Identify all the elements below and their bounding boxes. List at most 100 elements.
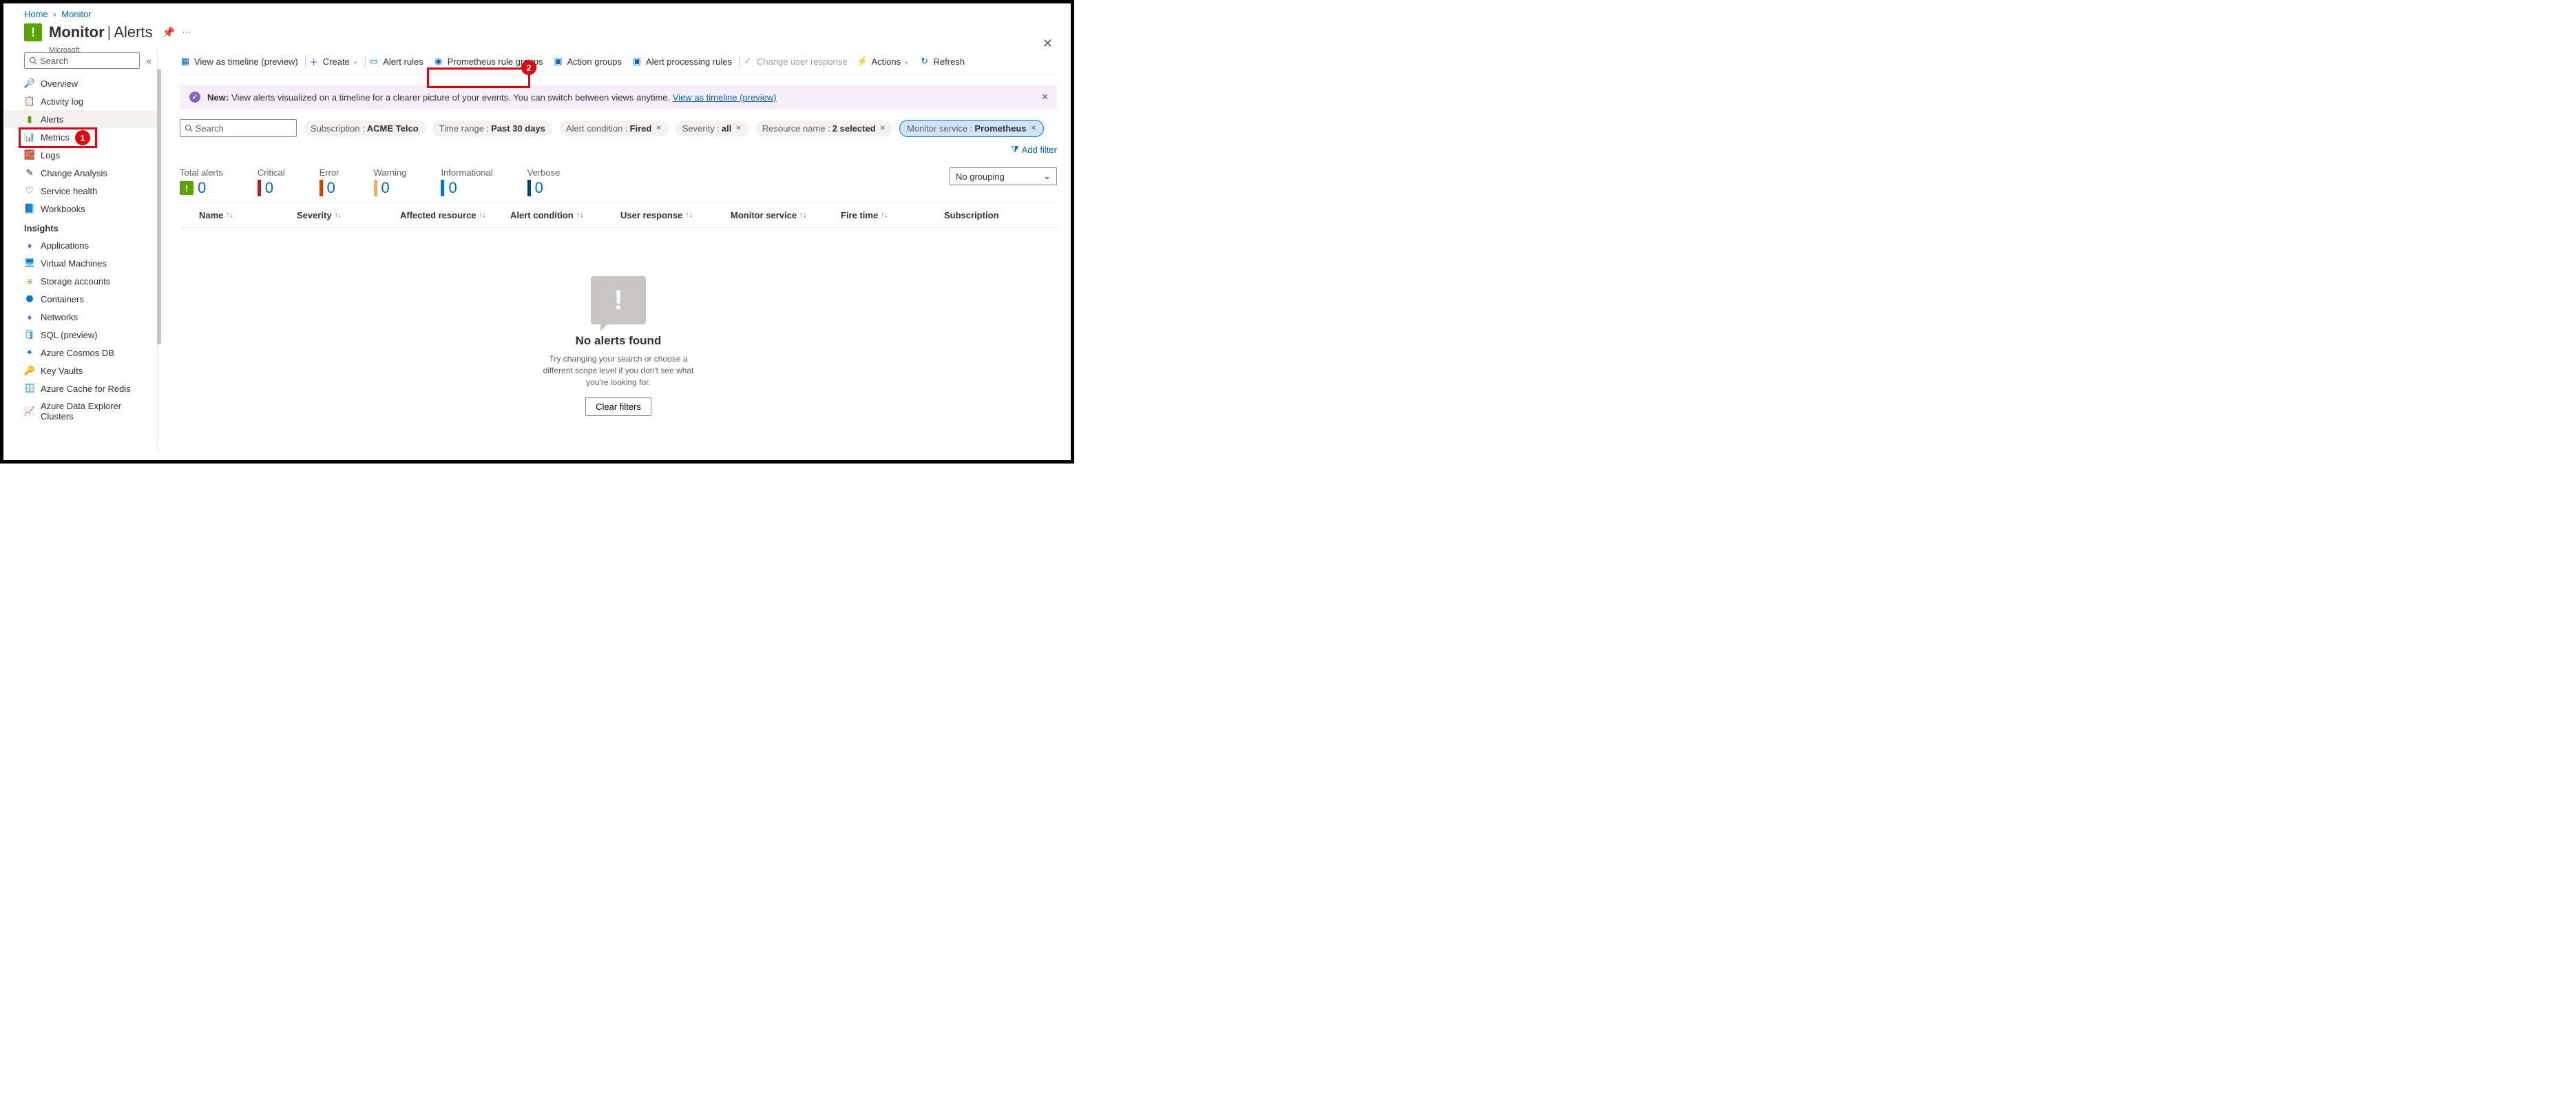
sidebar-item-activity-log[interactable]: 📋Activity log bbox=[3, 92, 157, 110]
remove-filter-icon[interactable]: ✕ bbox=[735, 125, 741, 132]
grouping-select[interactable]: No grouping⌄ bbox=[950, 167, 1057, 185]
column-severity[interactable]: Severity↑↓ bbox=[297, 210, 400, 220]
check-icon: ✓ bbox=[742, 56, 753, 67]
search-icon bbox=[29, 56, 37, 65]
column-user-response[interactable]: User response↑↓ bbox=[620, 210, 731, 220]
sql-icon: 🛢 bbox=[24, 329, 35, 340]
prometheus-icon: ◉ bbox=[433, 56, 444, 67]
sidebar-group-insights: Insights bbox=[3, 218, 157, 236]
alert-rules-button[interactable]: ▭Alert rules bbox=[368, 56, 423, 67]
stats-row: Total alerts !0 Critical 0 Error 0 Warni… bbox=[180, 167, 1057, 197]
sidebar-item-networks[interactable]: ♦Networks bbox=[3, 308, 157, 326]
empty-title: No alerts found bbox=[180, 334, 1057, 348]
view-timeline-button[interactable]: ▦View as timeline (preview) bbox=[180, 56, 298, 67]
info-icon: ✓ bbox=[189, 92, 200, 103]
filter-condition[interactable]: Alert condition :Fired✕ bbox=[559, 121, 669, 136]
sidebar-item-key-vaults[interactable]: 🔑Key Vaults bbox=[3, 362, 157, 379]
search-input[interactable]: Search bbox=[180, 119, 297, 137]
page-header: ! Monitor|Alerts 📌 ⋯ bbox=[3, 22, 1071, 45]
info-badge: New: bbox=[207, 92, 229, 103]
service-health-icon: ♡ bbox=[24, 185, 35, 196]
severity-bar-icon bbox=[527, 180, 531, 196]
alerts-nav-icon: ▮ bbox=[24, 114, 35, 125]
sidebar-item-data-explorer[interactable]: 📈Azure Data Explorer Clusters bbox=[3, 397, 157, 425]
column-monitor-service[interactable]: Monitor service↑↓ bbox=[731, 210, 841, 220]
logs-icon: 🧱 bbox=[24, 149, 35, 160]
stat-total[interactable]: Total alerts !0 bbox=[180, 167, 223, 197]
vm-icon: 🖥 bbox=[24, 258, 35, 269]
scrollbar[interactable] bbox=[157, 69, 161, 344]
sidebar-item-overview[interactable]: 🔎Overview bbox=[3, 74, 157, 92]
filter-timerange[interactable]: Time range :Past 30 days bbox=[432, 121, 552, 136]
close-button[interactable]: ✕ bbox=[1043, 37, 1053, 51]
sidebar-item-storage-accounts[interactable]: ≡Storage accounts bbox=[3, 272, 157, 290]
column-condition[interactable]: Alert condition↑↓ bbox=[510, 210, 620, 220]
sidebar-item-cache-redis[interactable]: 🗄Azure Cache for Redis bbox=[3, 379, 157, 397]
stat-critical[interactable]: Critical 0 bbox=[258, 167, 285, 197]
severity-bar-icon bbox=[320, 180, 323, 196]
filter-severity[interactable]: Severity :all✕ bbox=[676, 121, 748, 136]
sidebar-item-containers[interactable]: ⬣Containers bbox=[3, 290, 157, 308]
search-icon bbox=[185, 124, 193, 132]
chevron-down-icon: ⌄ bbox=[1043, 171, 1051, 182]
processing-rules-icon: ▣ bbox=[631, 56, 642, 67]
stat-verbose[interactable]: Verbose 0 bbox=[527, 167, 561, 197]
breadcrumb-monitor[interactable]: Monitor bbox=[61, 9, 91, 19]
annotation-badge-2: 2 bbox=[521, 60, 536, 75]
remove-filter-icon[interactable]: ✕ bbox=[656, 125, 661, 132]
sidebar-item-logs[interactable]: 🧱Logs bbox=[3, 146, 157, 164]
column-fire-time[interactable]: Fire time↑↓ bbox=[841, 210, 944, 220]
alert-rules-icon: ▭ bbox=[368, 56, 379, 67]
networks-icon: ♦ bbox=[24, 311, 35, 322]
sidebar-item-applications[interactable]: ♦Applications bbox=[3, 236, 157, 254]
stat-info[interactable]: Informational 0 bbox=[441, 167, 492, 197]
redis-icon: 🗄 bbox=[24, 383, 35, 394]
filter-row: Search Subscription :ACME Telco Time ran… bbox=[180, 119, 1057, 155]
sidebar-item-service-health[interactable]: ♡Service health bbox=[3, 182, 157, 200]
sidebar-item-alerts[interactable]: ▮Alerts bbox=[3, 110, 157, 128]
timeline-icon: ▦ bbox=[180, 56, 191, 67]
refresh-button[interactable]: ↻Refresh bbox=[919, 56, 965, 67]
breadcrumb-home[interactable]: Home bbox=[24, 9, 48, 19]
empty-state: ! No alerts found Try changing your sear… bbox=[180, 228, 1057, 416]
add-filter-button[interactable]: ⧩Add filter bbox=[1011, 144, 1057, 155]
filter-subscription[interactable]: Subscription :ACME Telco bbox=[304, 121, 426, 136]
filter-monitor-service[interactable]: Monitor service :Prometheus✕ bbox=[899, 120, 1044, 137]
actions-button[interactable]: ⚡Actions⌄ bbox=[857, 56, 910, 67]
column-affected[interactable]: Affected resource↑↓ bbox=[400, 210, 510, 220]
more-actions-icon[interactable]: ⋯ bbox=[182, 27, 192, 38]
column-name[interactable]: Name↑↓ bbox=[180, 210, 297, 220]
sidebar-item-virtual-machines[interactable]: 🖥Virtual Machines bbox=[3, 254, 157, 272]
close-banner-icon[interactable]: ✕ bbox=[1041, 92, 1049, 103]
change-user-response-button: ✓Change user response bbox=[742, 56, 848, 67]
filter-icon: ⧩ bbox=[1011, 144, 1019, 155]
sidebar-item-cosmos-db[interactable]: ✦Azure Cosmos DB bbox=[3, 344, 157, 362]
stat-warning[interactable]: Warning 0 bbox=[374, 167, 407, 197]
chevron-down-icon: ⌄ bbox=[903, 58, 909, 65]
storage-icon: ≡ bbox=[24, 275, 35, 287]
sidebar-search-input[interactable]: Search bbox=[24, 52, 140, 69]
remove-filter-icon[interactable]: ✕ bbox=[880, 125, 886, 132]
refresh-icon: ↻ bbox=[919, 56, 930, 67]
alerts-stat-icon: ! bbox=[180, 181, 193, 195]
severity-bar-icon bbox=[374, 180, 377, 196]
collapse-sidebar-icon[interactable]: « bbox=[147, 56, 151, 66]
action-groups-button[interactable]: ▣Action groups bbox=[552, 56, 622, 67]
sidebar-item-sql-preview[interactable]: 🛢SQL (preview) bbox=[3, 326, 157, 344]
pin-icon[interactable]: 📌 bbox=[163, 26, 176, 39]
stat-error[interactable]: Error 0 bbox=[320, 167, 339, 197]
sidebar-item-workbooks[interactable]: 📘Workbooks bbox=[3, 200, 157, 218]
sort-icon: ↑↓ bbox=[881, 211, 888, 219]
alert-processing-rules-button[interactable]: ▣Alert processing rules bbox=[631, 56, 732, 67]
filter-resource[interactable]: Resource name :2 selected✕ bbox=[755, 121, 892, 136]
sidebar-item-change-analysis[interactable]: ✎Change Analysis bbox=[3, 164, 157, 182]
chevron-down-icon: ⌄ bbox=[353, 58, 358, 65]
severity-bar-icon bbox=[258, 180, 261, 196]
create-button[interactable]: ＋Create⌄ bbox=[308, 56, 358, 67]
containers-icon: ⬣ bbox=[24, 293, 35, 304]
column-subscription[interactable]: Subscription bbox=[944, 210, 1034, 220]
remove-filter-icon[interactable]: ✕ bbox=[1031, 125, 1036, 132]
info-link[interactable]: View as timeline (preview) bbox=[673, 92, 777, 103]
clear-filters-button[interactable]: Clear filters bbox=[585, 397, 651, 416]
sort-icon: ↑↓ bbox=[226, 211, 233, 219]
